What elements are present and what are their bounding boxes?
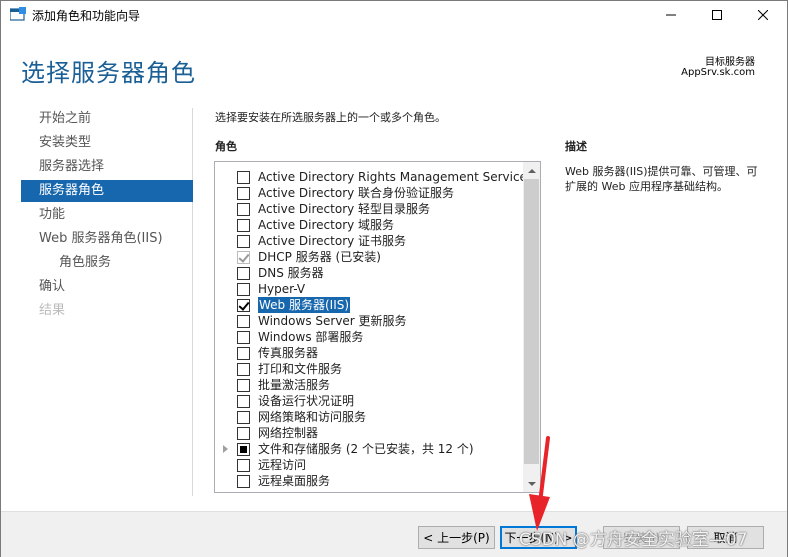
role-checkbox[interactable] <box>237 427 250 440</box>
role-label[interactable]: Windows Server 更新服务 <box>258 313 407 329</box>
role-row[interactable]: DNS 服务器 <box>215 265 525 281</box>
role-row[interactable]: 设备运行状况证明 <box>215 393 525 409</box>
nav-item-server-selection[interactable]: 服务器选择 <box>21 156 193 178</box>
nav-item-results: 结果 <box>39 303 66 318</box>
roles-scrollbar[interactable] <box>523 162 540 492</box>
wizard-window: 添加角色和功能向导 选择服务器角色 目标服务器 AppSrv.sk.com 开始… <box>0 0 788 557</box>
role-label[interactable]: 网络控制器 <box>258 425 318 441</box>
role-checkbox[interactable] <box>237 219 250 232</box>
nav-item-role-services[interactable]: 角色服务 <box>21 252 193 274</box>
description-header: 描述 <box>565 140 587 153</box>
wizard-nav: 开始之前 安装类型 服务器选择 服务器角色 功能 Web 服务器角色(IIS) … <box>21 108 193 496</box>
role-row[interactable]: Windows Server 更新服务 <box>215 313 525 329</box>
role-row[interactable]: 传真服务器 <box>215 345 525 361</box>
nav-item-installation-type[interactable]: 安装类型 <box>21 132 193 154</box>
role-row[interactable]: 远程桌面服务 <box>215 473 525 489</box>
role-label[interactable]: 批量激活服务 <box>258 377 330 393</box>
close-icon <box>758 10 768 20</box>
role-label[interactable]: Web 服务器(IIS) <box>258 297 351 313</box>
watermark-text: CSDN @方舟安全实验室—07 <box>519 530 748 550</box>
nav-item-features[interactable]: 功能 <box>21 204 193 226</box>
role-checkbox[interactable] <box>237 395 250 408</box>
role-label[interactable]: 远程桌面服务 <box>258 473 330 489</box>
nav-item-confirmation[interactable]: 确认 <box>21 276 193 298</box>
role-checkbox[interactable] <box>237 363 250 376</box>
scroll-down-icon[interactable] <box>523 475 540 492</box>
role-row[interactable]: 网络控制器 <box>215 425 525 441</box>
role-label[interactable]: Active Directory 证书服务 <box>258 233 406 249</box>
role-row[interactable]: 打印和文件服务 <box>215 361 525 377</box>
target-server-label: 目标服务器 <box>705 57 755 68</box>
minimize-button[interactable] <box>648 1 694 29</box>
role-checkbox <box>237 251 250 264</box>
role-checkbox[interactable] <box>237 443 250 456</box>
role-description: Web 服务器(IIS)提供可靠、可管理、可扩展的 Web 应用程序基础结构。 <box>565 165 758 193</box>
role-row[interactable]: Hyper-V <box>215 281 525 297</box>
role-checkbox[interactable] <box>237 315 250 328</box>
page-title: 选择服务器角色 <box>21 59 196 87</box>
wizard-header: 选择服务器角色 目标服务器 AppSrv.sk.com <box>1 29 787 101</box>
scroll-up-icon[interactable] <box>523 162 540 179</box>
role-checkbox[interactable] <box>237 267 250 280</box>
role-checkbox[interactable] <box>237 171 250 184</box>
role-checkbox[interactable] <box>237 283 250 296</box>
instruction-text: 选择要安装在所选服务器上的一个或多个角色。 <box>215 111 446 124</box>
role-label[interactable]: 文件和存储服务 (2 个已安装，共 12 个) <box>258 441 474 457</box>
role-row[interactable]: 网络策略和访问服务 <box>215 409 525 425</box>
role-label[interactable]: 传真服务器 <box>258 345 318 361</box>
role-label[interactable]: 打印和文件服务 <box>258 361 342 377</box>
maximize-icon <box>712 10 722 20</box>
nav-item-server-roles[interactable]: 服务器角色 <box>21 180 193 202</box>
scroll-thumb[interactable] <box>524 179 539 464</box>
role-checkbox[interactable] <box>237 459 250 472</box>
minimize-icon <box>666 14 676 16</box>
role-checkbox[interactable] <box>237 379 250 392</box>
role-label[interactable]: DHCP 服务器 (已安装) <box>258 249 381 265</box>
role-checkbox[interactable] <box>237 203 250 216</box>
role-label[interactable]: 网络策略和访问服务 <box>258 409 366 425</box>
role-checkbox[interactable] <box>237 331 250 344</box>
role-row[interactable]: Windows 部署服务 <box>215 329 525 345</box>
previous-button[interactable]: < 上一步(P) <box>418 526 495 549</box>
expand-arrow-icon[interactable] <box>223 445 228 453</box>
role-row[interactable]: DHCP 服务器 (已安装) <box>215 249 525 265</box>
role-row[interactable]: 远程访问 <box>215 457 525 473</box>
role-label[interactable]: 远程访问 <box>258 457 306 473</box>
role-checkbox[interactable] <box>237 235 250 248</box>
role-row[interactable]: 文件和存储服务 (2 个已安装，共 12 个) <box>215 441 525 457</box>
role-row[interactable]: Active Directory 联合身份验证服务 <box>215 185 525 201</box>
window-title: 添加角色和功能向导 <box>32 9 141 23</box>
close-button[interactable] <box>740 1 786 29</box>
nav-item-web-server-role[interactable]: Web 服务器角色(IIS) <box>21 228 193 250</box>
role-checkbox[interactable] <box>237 347 250 360</box>
role-label[interactable]: Active Directory Rights Management Servi… <box>258 169 533 185</box>
role-row[interactable]: Active Directory 轻型目录服务 <box>215 201 525 217</box>
server-manager-icon <box>10 7 26 21</box>
nav-item-before-you-begin[interactable]: 开始之前 <box>21 108 193 130</box>
role-label[interactable]: Active Directory 联合身份验证服务 <box>258 185 454 201</box>
role-checkbox[interactable] <box>237 475 250 488</box>
roles-list: 远程桌面服务 远程访问 文件和存储服务 (2 个已安装，共 12 个) 网络控制器 网络… <box>214 161 541 493</box>
role-label[interactable]: Active Directory 域服务 <box>258 217 394 233</box>
role-row[interactable]: Active Directory Rights Management Servi… <box>215 169 533 185</box>
role-row[interactable]: Active Directory 证书服务 <box>215 233 525 249</box>
role-row[interactable]: Web 服务器(IIS) <box>215 297 525 313</box>
role-checkbox[interactable] <box>237 187 250 200</box>
role-label[interactable]: Hyper-V <box>258 281 305 297</box>
maximize-button[interactable] <box>694 1 740 29</box>
role-label[interactable]: 设备运行状况证明 <box>258 393 354 409</box>
role-checkbox[interactable] <box>237 299 250 312</box>
role-row[interactable]: Active Directory 域服务 <box>215 217 525 233</box>
role-label[interactable]: Active Directory 轻型目录服务 <box>258 201 430 217</box>
role-row[interactable]: 批量激活服务 <box>215 377 525 393</box>
role-label[interactable]: DNS 服务器 <box>258 265 324 281</box>
roles-header: 角色 <box>215 140 237 153</box>
role-label[interactable]: Windows 部署服务 <box>258 329 363 345</box>
target-server-name: AppSrv.sk.com <box>681 67 755 78</box>
role-checkbox[interactable] <box>237 411 250 424</box>
title-bar: 添加角色和功能向导 <box>1 1 787 29</box>
